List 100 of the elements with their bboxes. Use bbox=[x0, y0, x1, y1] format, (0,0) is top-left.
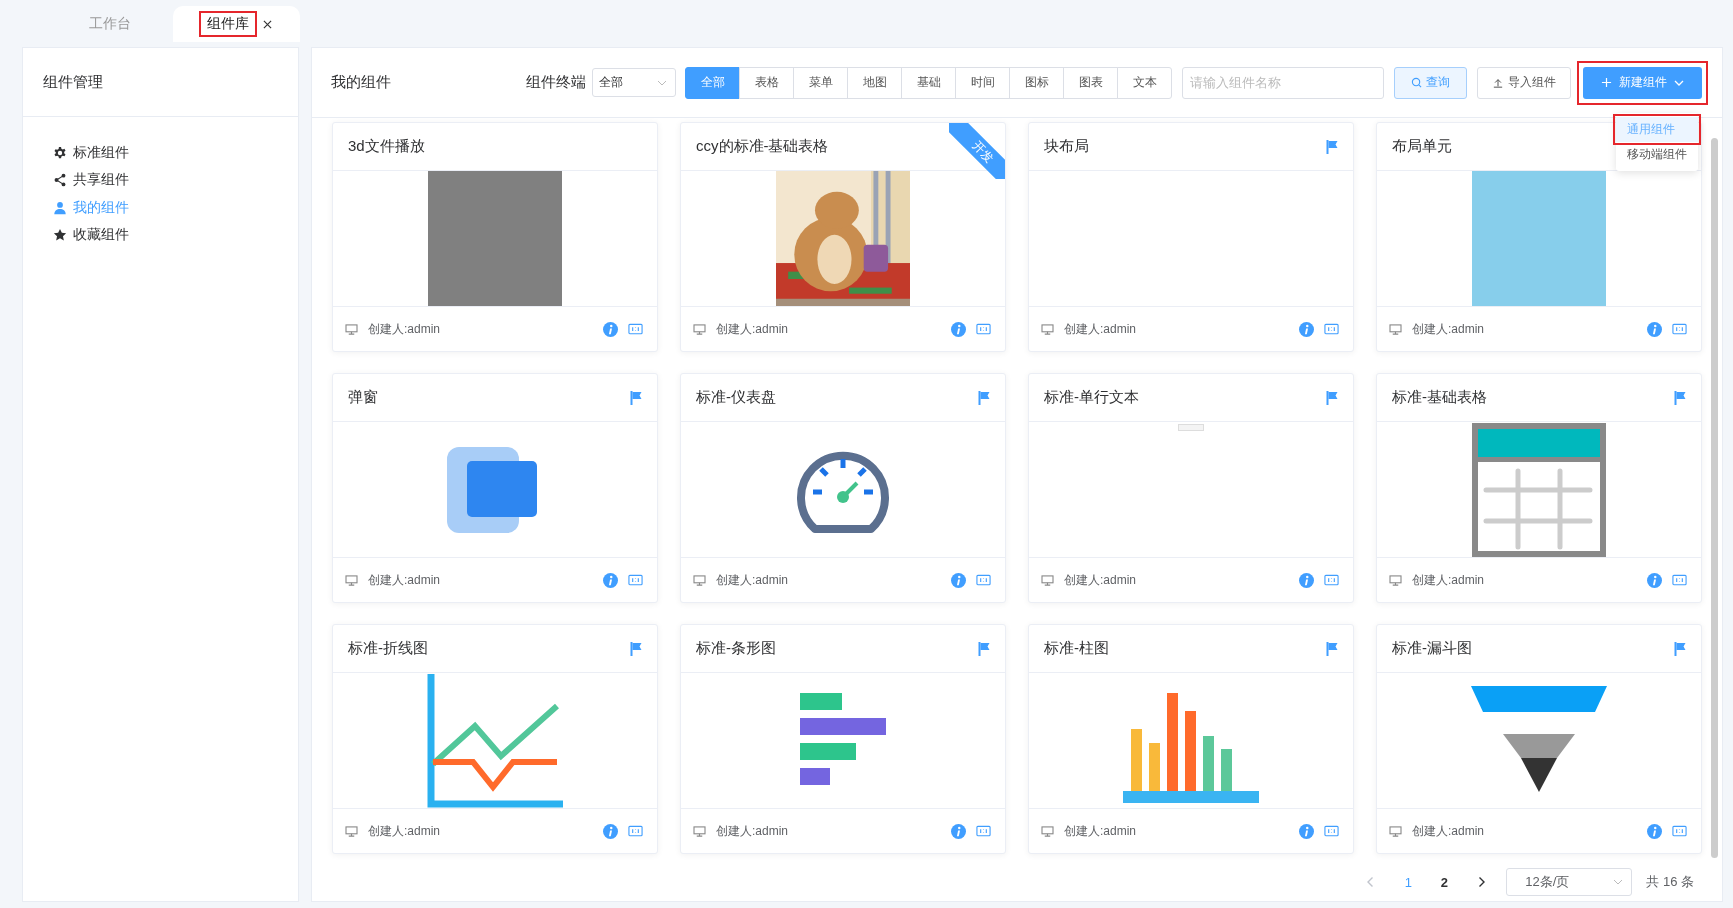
sidebar-label: 标准组件 bbox=[73, 143, 129, 162]
monitor-icon bbox=[1041, 574, 1054, 586]
creator-text: 创建人:admin bbox=[1064, 822, 1137, 840]
plus-icon bbox=[1601, 77, 1612, 88]
monitor-icon bbox=[345, 825, 358, 837]
gear-icon bbox=[53, 145, 67, 160]
info-icon[interactable] bbox=[603, 823, 618, 839]
sidebar-title: 组件管理 bbox=[23, 48, 298, 117]
preview-icon[interactable] bbox=[1324, 825, 1339, 837]
filter-button[interactable]: 时间 bbox=[955, 66, 1010, 99]
filter-button[interactable]: 基础 bbox=[901, 66, 956, 99]
info-icon[interactable] bbox=[603, 321, 618, 337]
scrollbar[interactable] bbox=[1711, 138, 1718, 858]
info-icon[interactable] bbox=[1299, 823, 1314, 839]
tab-label: 组件库 bbox=[201, 13, 255, 35]
search-field[interactable]: 请输入组件名称 bbox=[1182, 66, 1384, 99]
filter-button[interactable]: 菜单 bbox=[793, 66, 848, 99]
flag-icon[interactable] bbox=[630, 641, 642, 656]
component-card[interactable]: 标准-漏斗图 创建人:admin bbox=[1376, 624, 1702, 854]
monitor-icon bbox=[1389, 323, 1402, 335]
component-card[interactable]: 弹窗 创建人:admin bbox=[332, 373, 658, 603]
preview-icon[interactable] bbox=[1672, 574, 1687, 586]
preview-icon[interactable] bbox=[976, 825, 991, 837]
info-icon[interactable] bbox=[1299, 321, 1314, 337]
preview-icon[interactable] bbox=[976, 323, 991, 335]
flag-icon[interactable] bbox=[978, 641, 990, 656]
component-card[interactable]: 标准-基础表格 创建人:admin bbox=[1376, 373, 1702, 603]
page-tab[interactable]: 组件库 bbox=[173, 6, 300, 42]
preview-icon[interactable] bbox=[1672, 323, 1687, 335]
preview-icon[interactable] bbox=[976, 574, 991, 586]
card-title: 标准-基础表格 bbox=[1392, 388, 1487, 407]
filter-button[interactable]: 图表 bbox=[1063, 66, 1118, 99]
info-icon[interactable] bbox=[1647, 572, 1662, 588]
info-icon[interactable] bbox=[1647, 823, 1662, 839]
creator-text: 创建人:admin bbox=[368, 822, 441, 840]
monitor-icon bbox=[693, 825, 706, 837]
filter-button[interactable]: 表格 bbox=[739, 66, 794, 99]
card-title: 标准-仪表盘 bbox=[696, 388, 776, 407]
preview-icon[interactable] bbox=[628, 825, 643, 837]
panel-title: 我的组件 bbox=[331, 73, 391, 92]
info-icon[interactable] bbox=[1647, 321, 1662, 337]
filter-button[interactable]: 图标 bbox=[1009, 66, 1064, 99]
preview-icon[interactable] bbox=[1672, 825, 1687, 837]
table-icon bbox=[1472, 422, 1606, 557]
line-chart-icon bbox=[427, 673, 563, 808]
card-title: 块布局 bbox=[1044, 137, 1089, 156]
filter-button[interactable]: 文本 bbox=[1117, 66, 1172, 99]
component-card[interactable]: 标准-折线图 创建人:admin bbox=[332, 624, 658, 854]
info-icon[interactable] bbox=[951, 321, 966, 337]
component-card[interactable]: 标准-条形图 创建人:admin bbox=[680, 624, 1006, 854]
text-preview-mark bbox=[1178, 424, 1204, 431]
flag-icon[interactable] bbox=[1326, 390, 1338, 405]
flag-icon[interactable] bbox=[978, 390, 990, 405]
info-icon[interactable] bbox=[951, 572, 966, 588]
sidebar-label: 收藏组件 bbox=[73, 226, 129, 245]
page-size-select[interactable]: 12条/页 bbox=[1506, 868, 1633, 896]
creator-text: 创建人:admin bbox=[368, 320, 441, 338]
monitor-icon bbox=[1389, 825, 1402, 837]
component-card[interactable]: 块布局 创建人:admin bbox=[1028, 122, 1354, 352]
menu-item[interactable]: 移动端组件 bbox=[1616, 141, 1698, 167]
sidebar-item[interactable]: 共享组件 bbox=[53, 166, 298, 194]
creator-text: 创建人:admin bbox=[716, 320, 789, 338]
flag-icon[interactable] bbox=[1674, 390, 1686, 405]
creator-text: 创建人:admin bbox=[1412, 571, 1485, 589]
component-card[interactable]: ccy的标准-基础表格 开发 创建人:admin bbox=[680, 122, 1006, 352]
terminal-label: 组件终端 bbox=[526, 73, 586, 92]
flag-icon[interactable] bbox=[1674, 641, 1686, 656]
preview-icon[interactable] bbox=[628, 323, 643, 335]
creator-text: 创建人:admin bbox=[716, 571, 789, 589]
next-page-icon[interactable] bbox=[1478, 876, 1487, 888]
component-card[interactable]: 标准-单行文本 创建人:admin bbox=[1028, 373, 1354, 603]
component-card[interactable]: 标准-仪表盘 创建人:admin bbox=[680, 373, 1006, 603]
card-title: 弹窗 bbox=[348, 388, 378, 407]
sidebar-item[interactable]: 收藏组件 bbox=[53, 221, 298, 249]
terminal-select[interactable]: 全部 bbox=[592, 68, 676, 97]
card-title: 标准-漏斗图 bbox=[1392, 639, 1472, 658]
card-title: 标准-柱图 bbox=[1044, 639, 1109, 658]
flag-icon[interactable] bbox=[630, 390, 642, 405]
close-icon[interactable] bbox=[263, 19, 272, 29]
filter-button[interactable]: 地图 bbox=[847, 66, 902, 99]
card-title: 标准-条形图 bbox=[696, 639, 776, 658]
preview-icon[interactable] bbox=[628, 574, 643, 586]
info-icon[interactable] bbox=[603, 572, 618, 588]
sidebar-item[interactable]: 标准组件 bbox=[53, 139, 298, 167]
chevron-icon bbox=[657, 79, 667, 86]
info-icon[interactable] bbox=[951, 823, 966, 839]
flag-icon[interactable] bbox=[1326, 641, 1338, 656]
flag-icon[interactable] bbox=[1326, 139, 1338, 154]
info-icon[interactable] bbox=[1299, 572, 1314, 588]
upload-icon bbox=[1492, 77, 1503, 88]
star-icon bbox=[53, 228, 67, 243]
import-button[interactable]: 导入组件 bbox=[1477, 66, 1571, 99]
preview-icon[interactable] bbox=[1324, 574, 1339, 586]
monitor-icon bbox=[1041, 323, 1054, 335]
page-number[interactable]: 2 bbox=[1426, 874, 1463, 890]
tab-label: 工作台 bbox=[87, 14, 132, 33]
component-card[interactable]: 3d文件播放 创建人:admin bbox=[332, 122, 658, 352]
preview-icon[interactable] bbox=[1324, 323, 1339, 335]
search-icon bbox=[1411, 77, 1422, 88]
component-card[interactable]: 标准-柱图 创建人:admin bbox=[1028, 624, 1354, 854]
